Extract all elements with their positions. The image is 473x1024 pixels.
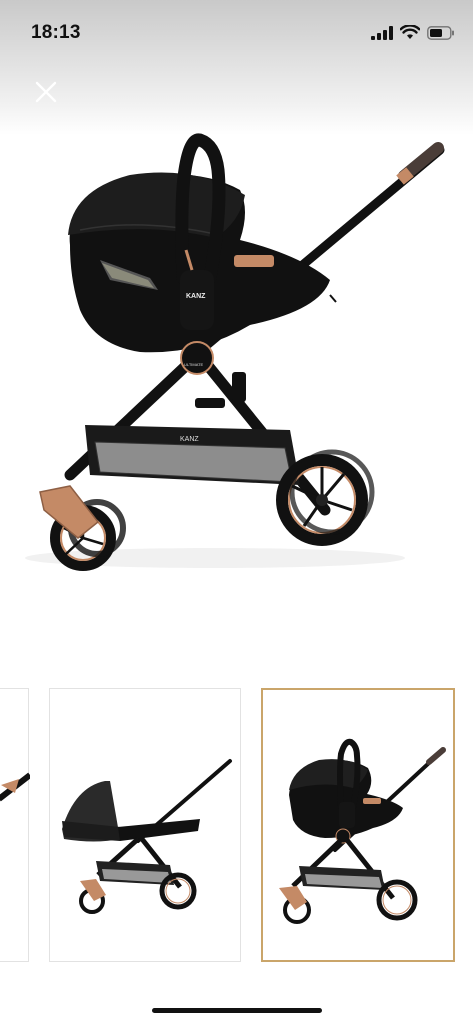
close-icon xyxy=(35,81,57,103)
thumbnail-stroller-car-seat[interactable] xyxy=(261,688,455,962)
hero-basket-brand: KANZ xyxy=(180,436,199,443)
hero-seat-brand: KANZ xyxy=(186,293,206,300)
wifi-icon xyxy=(400,25,420,39)
battery-icon xyxy=(427,25,454,40)
thumbnail-stroller-carrycot[interactable] xyxy=(49,688,241,962)
cellular-signal-icon xyxy=(371,25,393,40)
thumbnail-gallery xyxy=(0,688,473,964)
close-button[interactable] xyxy=(30,76,62,108)
status-icons xyxy=(371,25,455,40)
home-indicator[interactable] xyxy=(152,1008,322,1013)
status-bar: 18:13 xyxy=(0,0,473,60)
hero-badge-text: ULTIMATE xyxy=(184,362,204,367)
status-time: 18:13 xyxy=(31,22,81,43)
thumbnail-partial[interactable] xyxy=(0,688,32,962)
hero-product-image: KANZ KANZ ULTIMATE xyxy=(0,130,473,580)
